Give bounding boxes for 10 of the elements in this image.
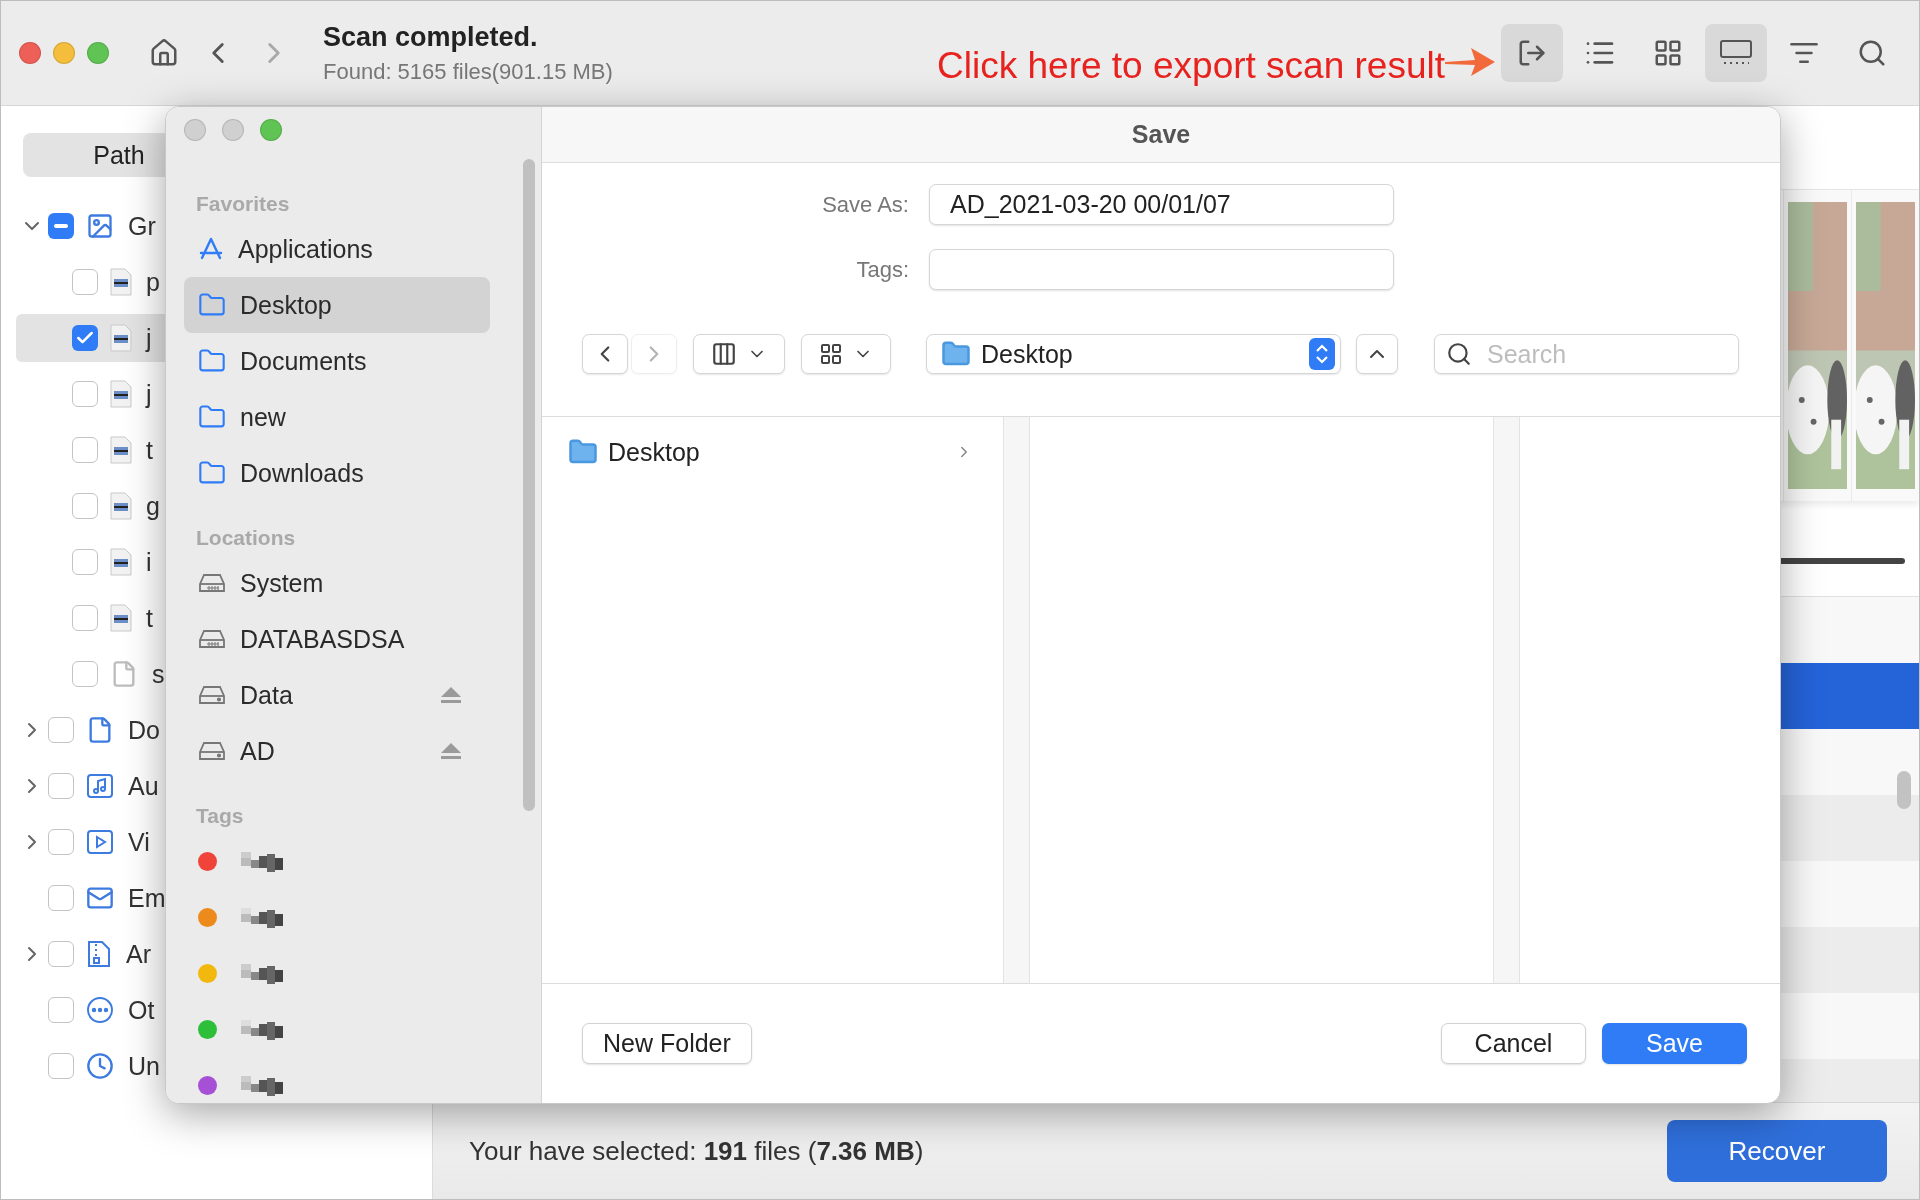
dialog-title: Save	[1131, 120, 1191, 149]
section-heading: Tags	[195, 803, 245, 829]
selection-summary: Your have selected: 191 files (7.36 MB)	[469, 1135, 924, 1167]
section-heading: Locations	[195, 525, 297, 551]
found-summary: Found: 5165 files(901.15 MB)	[323, 58, 613, 85]
section-heading: Favorites	[195, 191, 291, 217]
field-label: Save As:	[821, 191, 909, 218]
field-label: Tags:	[855, 256, 909, 283]
annotation-text: Click here to export scan result	[937, 45, 1445, 87]
scan-title: Scan completed.	[323, 21, 539, 53]
